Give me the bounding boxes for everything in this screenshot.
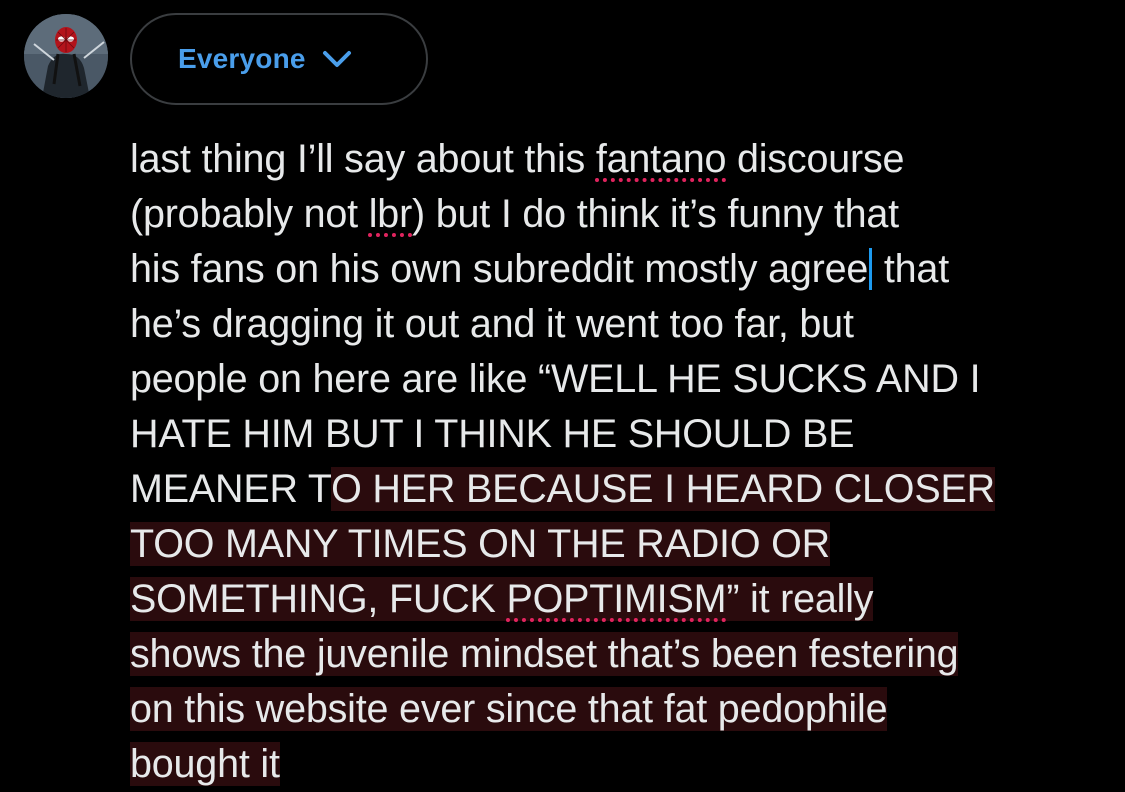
misspelled-word[interactable]: POPTIMISM xyxy=(506,577,726,621)
misspelled-word[interactable]: fantano xyxy=(596,137,727,181)
misspelled-word[interactable]: lbr xyxy=(369,192,413,236)
text-segment: last thing I’ll say about this xyxy=(130,137,596,181)
spiderman-avatar-image xyxy=(24,14,108,98)
compose-text: last thing I’ll say about this fantano d… xyxy=(130,132,1105,792)
text-cursor xyxy=(869,248,873,290)
over-limit-text: O HER BECAUSE I HEARD CLOSER TOO MANY TI… xyxy=(130,467,995,786)
avatar[interactable] xyxy=(24,14,108,98)
audience-selector-button[interactable]: Everyone xyxy=(130,13,428,105)
compose-text-area[interactable]: last thing I’ll say about this fantano d… xyxy=(130,132,1105,786)
chevron-down-icon xyxy=(322,49,352,74)
audience-label: Everyone xyxy=(178,43,306,74)
